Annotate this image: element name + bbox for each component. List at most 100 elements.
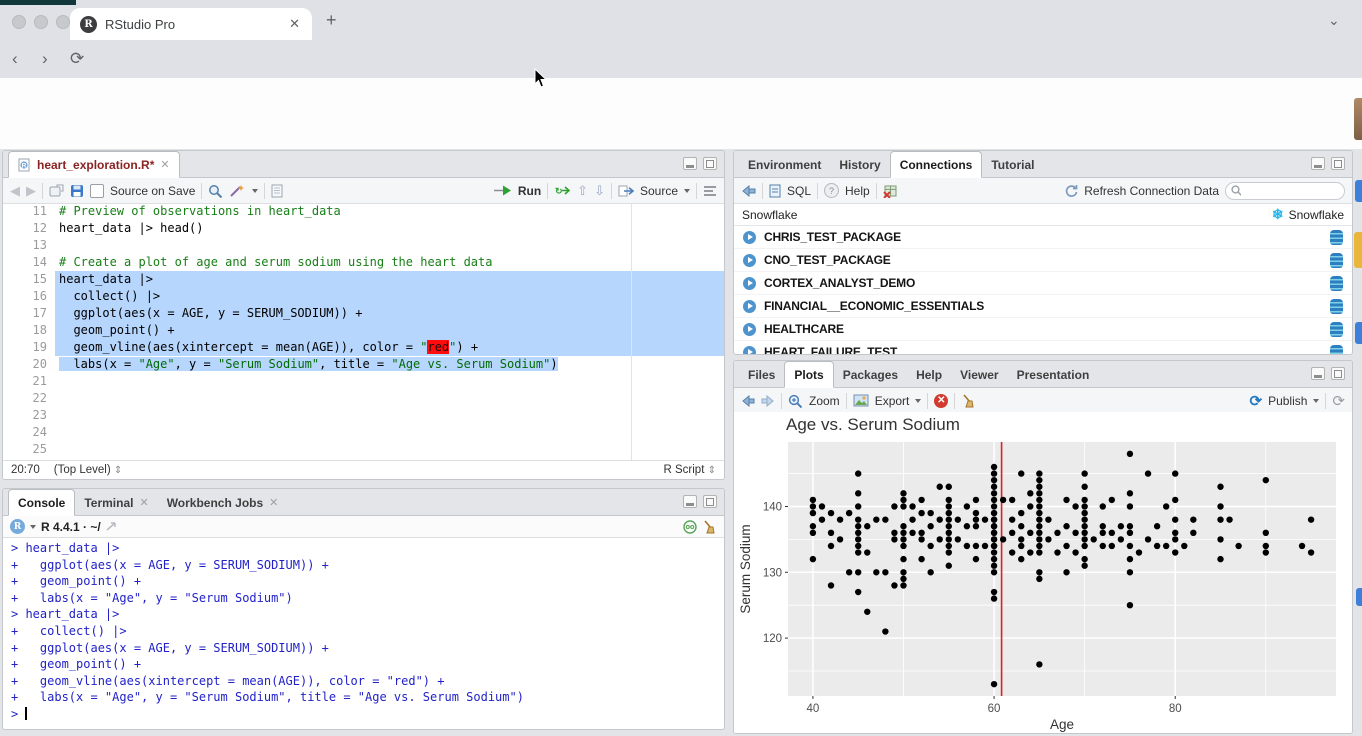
maximize-pane-icon[interactable] <box>703 495 717 508</box>
window-controls[interactable] <box>12 15 78 34</box>
editor-line-17[interactable]: 17 ggplot(aes(x = AGE, y = SERUM_SODIUM)… <box>3 305 724 322</box>
close-window-button[interactable] <box>12 15 26 29</box>
editor-line-19[interactable]: 19 geom_vline(aes(xintercept = mean(AGE)… <box>3 339 724 356</box>
editor-line-14[interactable]: 14# Create a plot of age and serum sodiu… <box>3 254 724 271</box>
editor-line-12[interactable]: 12heart_data |> head() <box>3 220 724 237</box>
database-table-icon[interactable] <box>1330 276 1343 291</box>
scope-selector[interactable]: (Top Level) ⇕ <box>54 464 122 476</box>
disconnect-icon[interactable] <box>883 184 898 198</box>
next-plot-icon[interactable] <box>761 395 775 407</box>
connection-item-cortex_analyst_demo[interactable]: CORTEX_ANALYST_DEMO <box>734 272 1352 295</box>
code-tools-wand-icon[interactable] <box>229 184 246 198</box>
export-plot-icon[interactable] <box>853 394 869 407</box>
minimize-window-button[interactable] <box>34 15 48 29</box>
tab-workbench-jobs[interactable]: Workbench Jobs✕ <box>158 490 288 515</box>
find-replace-icon[interactable] <box>208 184 223 198</box>
editor-line-25[interactable]: 25 <box>3 441 724 458</box>
source-on-save-checkbox[interactable] <box>90 184 104 198</box>
publish-caret-icon[interactable] <box>1313 399 1319 403</box>
browser-tab[interactable]: R RStudio Pro ✕ <box>70 8 312 40</box>
minimize-pane-icon[interactable] <box>1311 157 1325 170</box>
zoom-plot-icon[interactable] <box>788 394 803 408</box>
tab-help[interactable]: Help <box>907 362 951 387</box>
sql-file-icon[interactable] <box>769 184 781 198</box>
connections-back-icon[interactable] <box>741 185 756 197</box>
tab-packages[interactable]: Packages <box>834 362 907 387</box>
back-icon[interactable]: ‹ <box>12 50 18 67</box>
maximize-pane-icon[interactable] <box>1331 157 1345 170</box>
refresh-plot-icon[interactable]: ⟳ <box>1332 392 1345 410</box>
editor-line-22[interactable]: 22 <box>3 390 724 407</box>
tab-search-chevron-icon[interactable]: ⌄ <box>1328 12 1340 29</box>
tab-presentation[interactable]: Presentation <box>1008 362 1099 387</box>
run-label[interactable]: Run <box>518 184 541 198</box>
editor-line-21[interactable]: 21 <box>3 373 724 390</box>
maximize-pane-icon[interactable] <box>703 157 717 170</box>
tab-heart-exploration[interactable]: R heart_exploration.R* ✕ <box>8 151 180 178</box>
connection-item-healthcare[interactable]: HEALTHCARE <box>734 318 1352 341</box>
expand-icon[interactable] <box>743 277 756 290</box>
tab-terminal[interactable]: Terminal✕ <box>75 490 157 515</box>
expand-icon[interactable] <box>743 231 756 244</box>
publish-label[interactable]: Publish <box>1268 394 1307 408</box>
export-label[interactable]: Export <box>875 394 910 408</box>
source-forward-icon[interactable]: ▶ <box>26 183 36 199</box>
console-r-caret-icon[interactable] <box>30 525 36 529</box>
minimize-pane-icon[interactable] <box>1311 367 1325 380</box>
save-file-icon[interactable] <box>70 184 84 198</box>
console-path-link-icon[interactable] <box>106 521 119 532</box>
connections-search-input[interactable] <box>1245 184 1339 198</box>
connection-item-cno_test_package[interactable]: CNO_TEST_PACKAGE <box>734 249 1352 272</box>
expand-icon[interactable] <box>743 254 756 267</box>
minimize-pane-icon[interactable] <box>683 495 697 508</box>
tab-history[interactable]: History <box>830 152 889 177</box>
connection-item-chris_test_package[interactable]: CHRIS_TEST_PACKAGE <box>734 226 1352 249</box>
database-table-icon[interactable] <box>1330 345 1343 356</box>
minimize-pane-icon[interactable] <box>683 157 697 170</box>
export-caret-icon[interactable] <box>915 399 921 403</box>
document-outline-icon[interactable] <box>703 185 717 197</box>
editor-line-16[interactable]: 16 collect() |> <box>3 288 724 305</box>
close-source-tab-icon[interactable]: ✕ <box>160 158 169 171</box>
expand-icon[interactable] <box>743 300 756 313</box>
editor-line-15[interactable]: 15heart_data |> <box>3 271 724 288</box>
close-tab-icon[interactable]: ✕ <box>287 16 302 32</box>
database-table-icon[interactable] <box>1330 230 1343 245</box>
file-type-selector[interactable]: R Script ⇕ <box>664 464 717 476</box>
rerun-icon[interactable]: ↻ <box>554 184 571 197</box>
reload-icon[interactable]: ⟳ <box>70 50 84 67</box>
run-icon[interactable] <box>494 185 512 196</box>
database-table-icon[interactable] <box>1330 299 1343 314</box>
new-tab-button[interactable]: + <box>326 12 337 28</box>
source-button-icon[interactable] <box>618 185 634 197</box>
tab-tutorial[interactable]: Tutorial <box>982 152 1043 177</box>
forward-icon[interactable]: › <box>42 50 48 67</box>
database-table-icon[interactable] <box>1330 253 1343 268</box>
source-caret-icon[interactable] <box>684 189 690 193</box>
refresh-connection-icon[interactable] <box>1064 184 1078 198</box>
editor-line-20[interactable]: 20 labs(x = "Age", y = "Serum Sodium", t… <box>3 356 724 373</box>
source-button-label[interactable]: Source <box>640 184 678 198</box>
close-tab-icon[interactable]: ✕ <box>269 496 278 509</box>
editor-line-13[interactable]: 13 <box>3 237 724 254</box>
close-tab-icon[interactable]: ✕ <box>139 496 148 509</box>
connections-help-label[interactable]: Help <box>845 184 870 198</box>
tab-viewer[interactable]: Viewer <box>951 362 1007 387</box>
compile-report-icon[interactable] <box>271 184 283 198</box>
tab-environment[interactable]: Environment <box>739 152 830 177</box>
expand-icon[interactable] <box>743 346 756 356</box>
tab-plots[interactable]: Plots <box>784 361 833 388</box>
clear-plots-broom-icon[interactable] <box>961 394 976 408</box>
zoom-label[interactable]: Zoom <box>809 394 840 408</box>
tab-files[interactable]: Files <box>739 362 784 387</box>
editor-line-11[interactable]: 11# Preview of observations in heart_dat… <box>3 203 724 220</box>
connections-search-box[interactable] <box>1225 182 1345 200</box>
zoom-window-button[interactable] <box>56 15 70 29</box>
tab-connections[interactable]: Connections <box>890 151 983 178</box>
expand-icon[interactable] <box>743 323 756 336</box>
clear-console-broom-icon[interactable] <box>702 520 717 534</box>
wand-caret-icon[interactable] <box>252 189 258 193</box>
connection-item-financial__economic_essentials[interactable]: FINANCIAL__ECONOMIC_ESSENTIALS <box>734 295 1352 318</box>
connection-item-heart_failure_test[interactable]: HEART_FAILURE_TEST <box>734 341 1352 355</box>
tab-console[interactable]: Console <box>8 489 75 516</box>
